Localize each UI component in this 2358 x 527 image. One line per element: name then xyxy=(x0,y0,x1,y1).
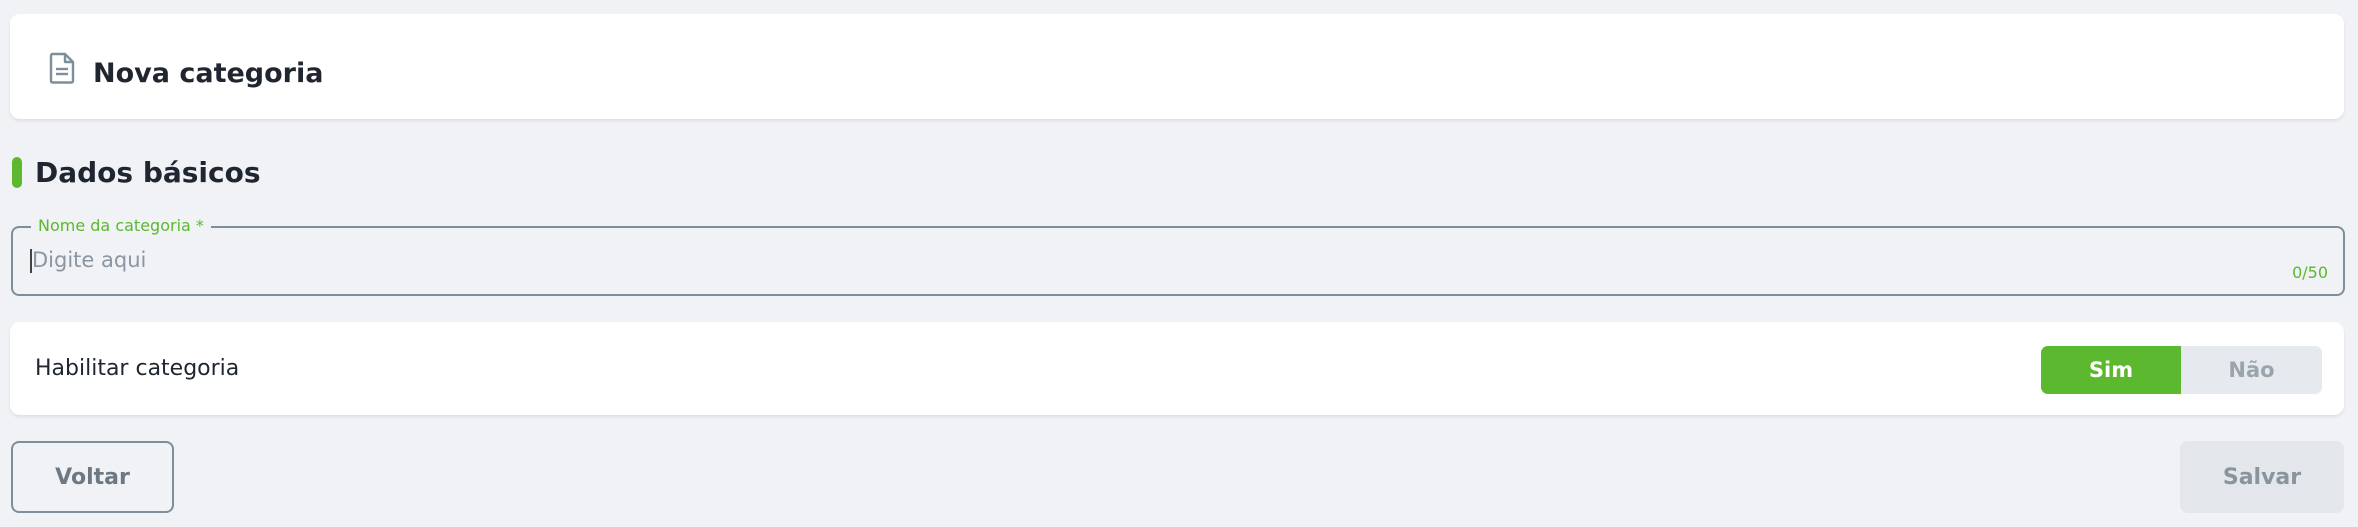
document-icon xyxy=(49,52,75,84)
toggle-option-sim[interactable]: Sim xyxy=(2041,346,2181,394)
category-name-field[interactable]: Nome da categoria * 0/50 xyxy=(11,216,2345,296)
back-button[interactable]: Voltar xyxy=(11,441,174,513)
enable-category-card: Habilitar categoria Sim Não xyxy=(10,322,2344,415)
category-name-label: Nome da categoria * xyxy=(31,216,211,236)
text-caret xyxy=(30,249,32,273)
page-title: Nova categoria xyxy=(93,58,324,89)
category-name-input[interactable] xyxy=(29,244,1929,276)
section-title: Dados básicos xyxy=(35,156,261,189)
character-counter: 0/50 xyxy=(2292,263,2328,282)
enable-category-toggle[interactable]: Sim Não xyxy=(2041,346,2322,394)
page-header: Nova categoria xyxy=(10,14,2344,119)
enable-category-label: Habilitar categoria xyxy=(35,356,240,381)
section-accent-bar xyxy=(12,157,22,188)
save-button[interactable]: Salvar xyxy=(2180,441,2344,513)
toggle-option-nao[interactable]: Não xyxy=(2181,346,2322,394)
